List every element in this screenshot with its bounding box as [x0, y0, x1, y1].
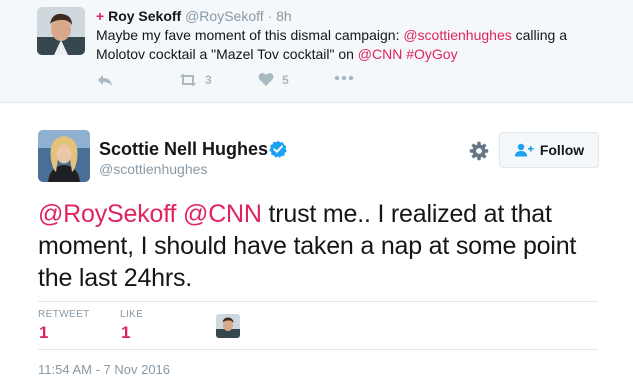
- follow-person-plus-icon: [514, 143, 534, 157]
- author-handle[interactable]: @scottienhughes: [99, 161, 207, 177]
- parent-author-handle[interactable]: @RoySekoff: [185, 8, 264, 24]
- retweet-button[interactable]: 3: [177, 72, 212, 88]
- parent-tweet-time[interactable]: 8h: [276, 8, 292, 24]
- follow-button[interactable]: Follow: [499, 132, 599, 168]
- reply-icon: [96, 72, 114, 88]
- verified-badge-icon: [269, 140, 287, 158]
- mention-link-scottienhughes[interactable]: @scottienhughes: [403, 27, 511, 43]
- mention-link-roysekoff[interactable]: @RoySekoff: [38, 200, 176, 228]
- stats-divider-bottom: [38, 349, 598, 350]
- retweets-label[interactable]: RETWEET: [38, 309, 90, 320]
- retweets-value[interactable]: 1: [39, 323, 48, 343]
- avatar-roy-sekoff[interactable]: [37, 7, 85, 55]
- stats-divider-top: [38, 301, 598, 302]
- avatar-scottie-nell-hughes[interactable]: [38, 130, 90, 182]
- follow-button-label: Follow: [539, 142, 585, 158]
- mention-link-cnn[interactable]: @CNN: [358, 46, 403, 62]
- parent-tweet-text: Maybe my fave moment of this dismal camp…: [96, 26, 616, 64]
- context-plus-marker: +: [96, 8, 105, 24]
- more-button[interactable]: [334, 75, 354, 81]
- likes-value[interactable]: 1: [121, 323, 130, 343]
- more-dots-icon: [334, 75, 354, 81]
- like-count: 5: [282, 72, 289, 87]
- parent-tweet[interactable]: + Roy Sekoff @RoySekoff · 8h Maybe my fa…: [0, 0, 633, 103]
- reply-button[interactable]: [96, 72, 114, 88]
- retweet-count: 3: [205, 73, 212, 87]
- tweet-text: @RoySekoff @CNN trust me.. I realized at…: [38, 198, 598, 294]
- parent-tweet-header: + Roy Sekoff @RoySekoff · 8h: [96, 8, 292, 24]
- tweet-text-space: [176, 200, 183, 228]
- like-button[interactable]: 5: [258, 72, 289, 87]
- retweet-icon: [177, 72, 199, 88]
- parent-author-name[interactable]: Roy Sekoff: [108, 8, 181, 24]
- heart-icon: [258, 72, 274, 87]
- liker-avatar[interactable]: [216, 314, 240, 338]
- tweet-timestamp[interactable]: 11:54 AM - 7 Nov 2016: [38, 362, 170, 377]
- parent-time-separator: ·: [263, 8, 277, 24]
- author-name[interactable]: Scottie Nell Hughes: [99, 139, 268, 159]
- likes-label[interactable]: LIKE: [120, 309, 143, 320]
- mention-link-cnn[interactable]: @CNN: [183, 200, 262, 228]
- hashtag-link-oygoy[interactable]: #OyGoy: [406, 46, 457, 62]
- parent-text-segment: Maybe my fave moment of this dismal camp…: [96, 27, 404, 43]
- gear-icon[interactable]: [469, 141, 489, 161]
